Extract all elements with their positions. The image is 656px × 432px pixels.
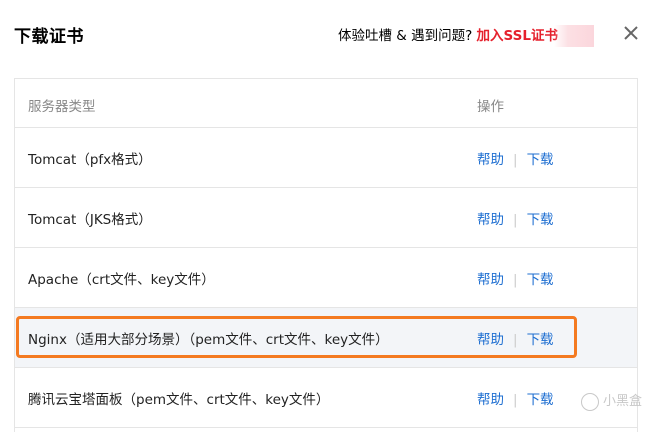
separator: | [513, 332, 518, 348]
separator: | [513, 152, 518, 168]
separator: | [513, 272, 518, 288]
help-link[interactable]: 帮助 [477, 332, 504, 348]
close-icon[interactable] [622, 24, 640, 42]
watermark-text: 小黑盒 [602, 394, 642, 409]
operation-cell: 帮助 | 下载 [477, 328, 554, 348]
table-row: Tomcat（JKS格式） 帮助 | 下载 [15, 188, 637, 248]
table-row: Apache（crt文件、key文件） 帮助 | 下载 [15, 248, 637, 308]
download-link[interactable]: 下载 [527, 212, 554, 228]
watermark-logo-icon [580, 392, 599, 411]
help-link[interactable]: 帮助 [477, 212, 504, 228]
server-type-cell: Apache（crt文件、key文件） [28, 272, 215, 288]
operation-cell: 帮助 | 下载 [477, 208, 554, 228]
dialog-title: 下载证书 [14, 27, 84, 47]
operation-cell: 帮助 | 下载 [477, 388, 554, 408]
dialog-header: 下载证书 体验吐槽 & 遇到问题? 加入SSL证书 [0, 0, 656, 70]
operation-cell: 帮助 | 下载 [477, 148, 554, 168]
server-type-cell: Tomcat（JKS格式） [28, 212, 152, 228]
table-row: Tomcat（pfx格式） 帮助 | 下载 [15, 128, 637, 188]
server-type-cell: 腾讯云宝塔面板（pem文件、crt文件、key文件） [28, 392, 330, 408]
server-type-table: 服务器类型 操作 Tomcat（pfx格式） 帮助 | 下载 Tomcat（JKS格… [14, 78, 638, 432]
watermark: 小黑盒 [580, 390, 642, 411]
server-type-cell: Tomcat（pfx格式） [28, 152, 152, 168]
server-type-cell: Nginx（适用大部分场景）（pem文件、crt文件、key文件） [28, 332, 389, 348]
blurred-region [554, 25, 594, 47]
help-link[interactable]: 帮助 [477, 272, 504, 288]
column-header-server-type: 服务器类型 [28, 99, 96, 115]
table-header: 服务器类型 操作 [15, 79, 637, 128]
table-row-highlighted: Nginx（适用大部分场景）（pem文件、crt文件、key文件） 帮助 | 下载 [15, 308, 637, 368]
column-header-operation: 操作 [477, 99, 504, 115]
feedback-area: 体验吐槽 & 遇到问题? 加入SSL证书 [338, 24, 594, 47]
help-link[interactable]: 帮助 [477, 152, 504, 168]
join-ssl-link[interactable]: 加入SSL证书 [477, 28, 558, 44]
download-link[interactable]: 下载 [527, 332, 554, 348]
download-link[interactable]: 下载 [527, 152, 554, 168]
separator: | [513, 212, 518, 228]
table-row: 腾讯云宝塔面板（pem文件、crt文件、key文件） 帮助 | 下载 [15, 368, 637, 428]
operation-cell: 帮助 | 下载 [477, 268, 554, 288]
download-certificate-dialog: 下载证书 体验吐槽 & 遇到问题? 加入SSL证书 服务器类型 操作 Tomca… [0, 0, 656, 432]
download-link[interactable]: 下载 [527, 392, 554, 408]
feedback-text: 体验吐槽 & 遇到问题? [337, 28, 473, 44]
separator: | [513, 392, 518, 408]
help-link[interactable]: 帮助 [477, 392, 504, 408]
download-link[interactable]: 下载 [527, 272, 554, 288]
